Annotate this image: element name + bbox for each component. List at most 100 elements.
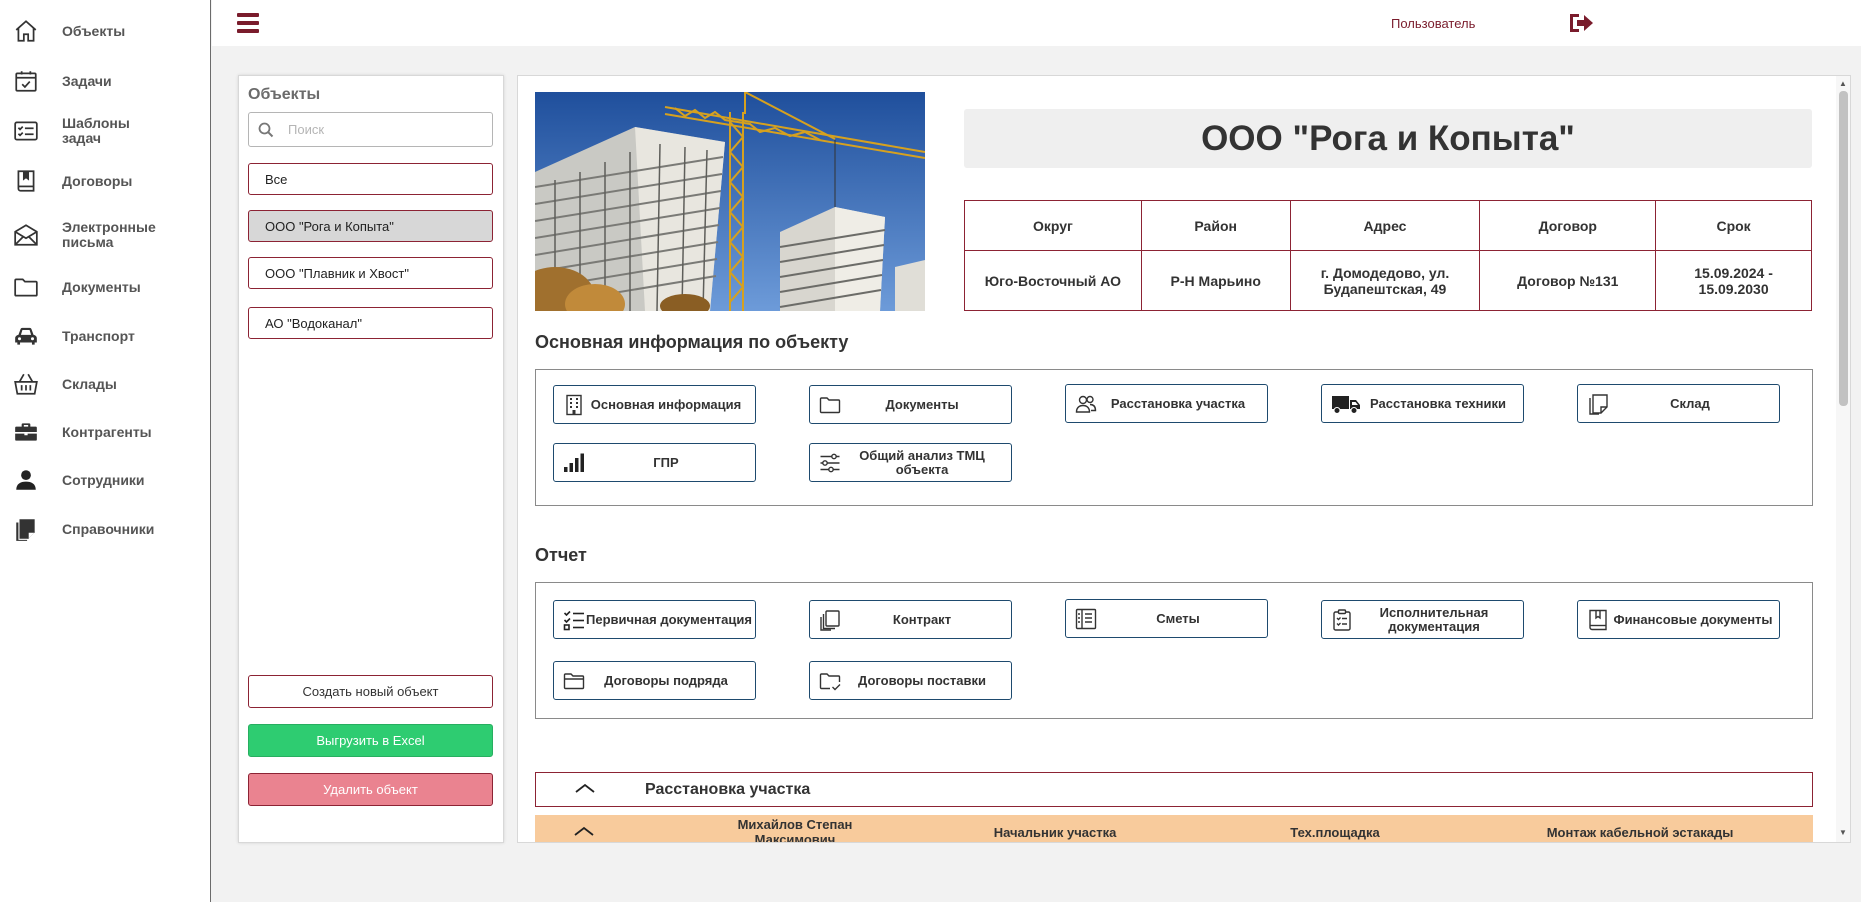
table-cell-term: 15.09.2024 - 15.09.2030 bbox=[1655, 250, 1812, 311]
sidebar-item-documents[interactable]: Документы bbox=[0, 263, 210, 311]
people-icon bbox=[1075, 393, 1097, 415]
warehouse-button[interactable]: Склад bbox=[1577, 384, 1780, 423]
button-label: Финансовые документы bbox=[1613, 611, 1773, 627]
site-placement-header[interactable]: Расстановка участка bbox=[535, 772, 1813, 807]
chevron-up-icon[interactable] bbox=[573, 825, 595, 840]
basket-icon bbox=[12, 370, 40, 398]
search-input[interactable] bbox=[288, 122, 478, 137]
delete-object-button[interactable]: Удалить объект bbox=[248, 773, 493, 806]
table-row: Юго-Восточный АО Р-Н Марьино г. Домодедо… bbox=[964, 250, 1812, 311]
object-title-box: ООО "Рога и Копыта" bbox=[964, 109, 1812, 168]
object-list-item-all[interactable]: Все bbox=[248, 163, 493, 195]
user-link[interactable]: Пользователь bbox=[1391, 16, 1475, 31]
object-photo bbox=[535, 92, 925, 311]
button-label: Сметы bbox=[1156, 610, 1200, 626]
button-label: Исполнительная документация bbox=[1379, 604, 1489, 634]
sidebar-item-label: Задачи bbox=[62, 72, 112, 89]
sidebar-item-label: Объекты bbox=[62, 22, 126, 39]
site-placement-button[interactable]: Расстановка участка bbox=[1065, 384, 1268, 423]
sidebar-item-label: Транспорт bbox=[62, 327, 135, 344]
table-header-cell: Адрес bbox=[1289, 200, 1481, 251]
sidebar-item-warehouses[interactable]: Склады bbox=[0, 360, 210, 408]
object-list-item-roga-kopyta[interactable]: ООО "Рога и Копыта" bbox=[248, 210, 493, 242]
table-row[interactable]: Михайлов Степан Максимович Начальник уча… bbox=[535, 815, 1813, 843]
subcontract-agreements-button[interactable]: Договоры подряда bbox=[553, 661, 756, 700]
object-list-item-plavnik-hvost[interactable]: ООО "Плавник и Хвост" bbox=[248, 257, 493, 289]
logout-icon[interactable] bbox=[1567, 11, 1595, 35]
search-box bbox=[248, 112, 493, 147]
sidebar-item-label: Шаблоны задач bbox=[62, 115, 130, 146]
vertical-scrollbar[interactable]: ▲ ▼ bbox=[1836, 76, 1850, 842]
button-label: Общий анализ ТМЦ объекта bbox=[859, 447, 985, 477]
envelope-icon bbox=[12, 221, 40, 249]
button-label: Контракт bbox=[892, 611, 952, 627]
main-info-button[interactable]: Основная информация bbox=[553, 385, 756, 424]
calendar-check-icon bbox=[12, 67, 40, 95]
bookmark-book-icon bbox=[1587, 609, 1609, 631]
button-label: Расстановка техники bbox=[1370, 395, 1506, 411]
building-icon bbox=[563, 394, 585, 416]
sidebar-item-employees[interactable]: Сотрудники bbox=[0, 456, 210, 504]
object-info-table: Округ Район Адрес Договор Срок Юго-Восто… bbox=[964, 200, 1812, 311]
sidebar-item-transport[interactable]: Транспорт bbox=[0, 312, 210, 360]
menu-toggle-icon[interactable] bbox=[237, 13, 259, 33]
contract-button[interactable]: Контракт bbox=[809, 600, 1012, 639]
notes-icon bbox=[12, 515, 40, 543]
table-header-cell: Округ bbox=[964, 200, 1142, 251]
equipment-placement-button[interactable]: Расстановка техники bbox=[1321, 384, 1524, 423]
objects-panel: Объекты Все ООО "Рога и Копыта" ООО "Пла… bbox=[238, 75, 504, 843]
table-cell-contract: Договор №131 bbox=[1479, 250, 1657, 311]
supply-agreements-button[interactable]: Договоры поставки bbox=[809, 661, 1012, 700]
object-title: ООО "Рога и Копыта" bbox=[1201, 118, 1575, 158]
button-label: Договоры подряда bbox=[604, 672, 728, 688]
create-object-button[interactable]: Создать новый объект bbox=[248, 675, 493, 708]
executive-documentation-button[interactable]: Исполнительная документация bbox=[1321, 600, 1524, 639]
signal-bars-icon bbox=[563, 452, 585, 474]
button-label: Документы bbox=[885, 396, 959, 412]
folder-check-icon bbox=[819, 670, 841, 692]
employee-site: Тех.площадка bbox=[1290, 825, 1380, 840]
sidebar-item-emails[interactable]: Электронные письма bbox=[0, 207, 210, 263]
button-label: Расстановка участка bbox=[1110, 395, 1246, 411]
chevron-up-icon[interactable] bbox=[574, 781, 596, 799]
table-cell-area: Р-Н Марьино bbox=[1140, 250, 1291, 311]
search-icon bbox=[258, 122, 274, 137]
briefcase-icon bbox=[12, 418, 40, 446]
financial-documents-button[interactable]: Финансовые документы bbox=[1577, 600, 1780, 639]
primary-documentation-button[interactable]: Первичная документация bbox=[553, 600, 756, 639]
sidebar-item-label: Сотрудники bbox=[62, 471, 145, 488]
employee-role: Начальник участка bbox=[993, 825, 1117, 840]
table-header-cell: Срок bbox=[1655, 200, 1812, 251]
sidebar-item-counterparties[interactable]: Контрагенты bbox=[0, 408, 210, 456]
sidebar-item-tasks[interactable]: Задачи bbox=[0, 57, 210, 105]
sidebar-item-label: Договоры bbox=[62, 172, 133, 189]
gpr-button[interactable]: ГПР bbox=[553, 443, 756, 482]
scroll-down-icon[interactable]: ▼ bbox=[1839, 828, 1847, 837]
button-label: Склад bbox=[1670, 395, 1710, 411]
person-icon bbox=[12, 466, 40, 494]
scrollbar-thumb[interactable] bbox=[1839, 91, 1848, 406]
home-icon bbox=[12, 17, 40, 45]
tmc-analysis-button[interactable]: Общий анализ ТМЦ объекта bbox=[809, 443, 1012, 482]
report-buttons: Первичная документация Контракт Сметы Ис… bbox=[535, 582, 1813, 719]
object-list-item-vodokanal[interactable]: АО "Водоканал" bbox=[248, 307, 493, 339]
sidebar-item-objects[interactable]: Объекты bbox=[0, 7, 210, 55]
sidebar-item-references[interactable]: Справочники bbox=[0, 505, 210, 553]
folder-icon bbox=[12, 273, 40, 301]
documents-button[interactable]: Документы bbox=[809, 385, 1012, 424]
clipboard-icon bbox=[1331, 608, 1353, 631]
scroll-up-icon[interactable]: ▲ bbox=[1839, 79, 1847, 88]
sidebar-item-task-templates[interactable]: Шаблоны задач bbox=[0, 107, 210, 155]
estimates-button[interactable]: Сметы bbox=[1065, 599, 1268, 638]
sidebar-item-label: Документы bbox=[62, 278, 141, 295]
employee-name: Михайлов Степан Максимович bbox=[737, 817, 853, 843]
table-header-cell: Договор bbox=[1479, 200, 1657, 251]
sidebar-item-contracts[interactable]: Договоры bbox=[0, 157, 210, 205]
main-info-buttons: Основная информация Документы Расстановк… bbox=[535, 369, 1813, 506]
book-icon bbox=[12, 167, 40, 195]
table-cell-address: г. Домодедово, ул. Будапештская, 49 bbox=[1289, 250, 1481, 311]
car-icon bbox=[12, 322, 40, 350]
copy-icon bbox=[819, 609, 841, 631]
sidebar-item-label: Склады bbox=[62, 375, 117, 392]
export-excel-button[interactable]: Выгрузить в Excel bbox=[248, 724, 493, 757]
